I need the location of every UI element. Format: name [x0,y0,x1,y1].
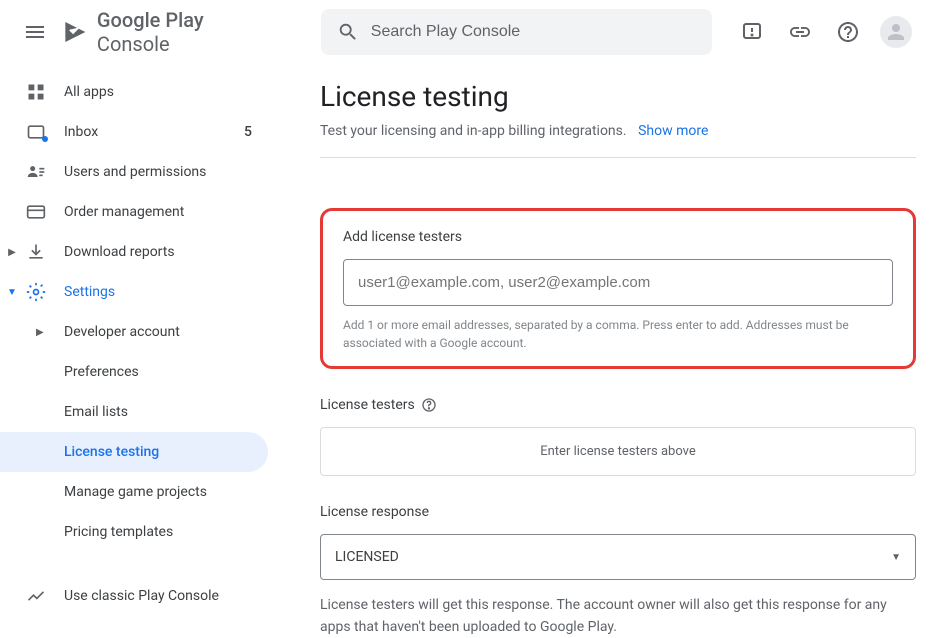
nav-label: Preferences [64,364,139,380]
link-button[interactable] [780,12,820,52]
sidebar-subitem-preferences[interactable]: Preferences [0,352,280,392]
add-testers-help: Add 1 or more email addresses, separated… [343,316,893,352]
menu-button[interactable] [16,12,54,52]
nav-label: All apps [64,84,114,100]
testers-label: License testers [320,397,415,413]
chevron-down-icon: ▼ [4,287,20,298]
sidebar-item-all-apps[interactable]: All apps [0,72,280,112]
sidebar-subitem-email-lists[interactable]: Email lists [0,392,280,432]
logo-text: Google Play Console [97,8,273,56]
inbox-icon [24,120,48,144]
download-icon [24,240,48,264]
nav-label: Pricing templates [64,524,173,540]
nav-label: Developer account [64,324,180,340]
nav-label: Use classic Play Console [64,588,219,604]
search-icon [337,21,359,43]
sidebar-item-inbox[interactable]: Inbox 5 [0,112,280,152]
card-icon [24,200,48,224]
nav-label: Settings [64,284,115,300]
play-console-logo-icon [62,18,89,46]
sidebar-subitem-pricing[interactable]: Pricing templates [0,512,280,552]
nav-label: Download reports [64,244,175,260]
announcements-button[interactable] [732,12,772,52]
chart-icon [24,584,48,608]
sidebar-item-orders[interactable]: Order management [0,192,280,232]
chevron-right-icon: ▶ [4,247,20,258]
response-label: License response [320,504,916,520]
logo[interactable]: Google Play Console [62,8,273,56]
users-icon [24,160,48,184]
sidebar: All apps Inbox 5 Users and permissions O… [0,64,280,638]
search-box[interactable] [321,9,712,55]
help-circle-icon[interactable] [421,397,437,413]
sidebar-subitem-license-testing[interactable]: License testing [0,432,268,472]
add-testers-highlight: Add license testers Add 1 or more email … [320,208,916,369]
nav-label: Email lists [64,404,128,420]
add-testers-label: Add license testers [343,229,893,245]
apps-icon [24,80,48,104]
help-button[interactable] [828,12,868,52]
chevron-right-icon: ▶ [36,327,46,338]
nav-label: Order management [64,204,184,220]
add-testers-input[interactable] [343,259,893,306]
nav-label: Manage game projects [64,484,207,500]
response-description: License testers will get this response. … [320,594,916,638]
testers-empty-state: Enter license testers above [320,427,916,476]
inbox-badge: 5 [244,124,264,140]
gear-icon [24,280,48,304]
sidebar-item-settings[interactable]: ▼ Settings [0,272,280,312]
nav-label: Inbox [64,124,98,140]
sidebar-subitem-developer-account[interactable]: ▶ Developer account [0,312,280,352]
response-value: LICENSED [335,549,399,565]
avatar [880,16,912,48]
sidebar-subitem-manage-games[interactable]: Manage game projects [0,472,280,512]
dropdown-triangle-icon: ▼ [891,552,901,563]
response-select[interactable]: LICENSED ▼ [320,534,916,580]
show-more-link[interactable]: Show more [638,123,708,139]
page-subtitle: Test your licensing and in-app billing i… [320,123,916,158]
main-content: License testing Test your licensing and … [280,64,932,638]
nav-label: Users and permissions [64,164,206,180]
sidebar-item-downloads[interactable]: ▶ Download reports [0,232,280,272]
nav-label: License testing [64,444,159,460]
account-button[interactable] [876,12,916,52]
page-title: License testing [320,80,916,113]
sidebar-item-users[interactable]: Users and permissions [0,152,280,192]
sidebar-item-classic-console[interactable]: Use classic Play Console [0,576,280,616]
search-input[interactable] [371,23,696,41]
